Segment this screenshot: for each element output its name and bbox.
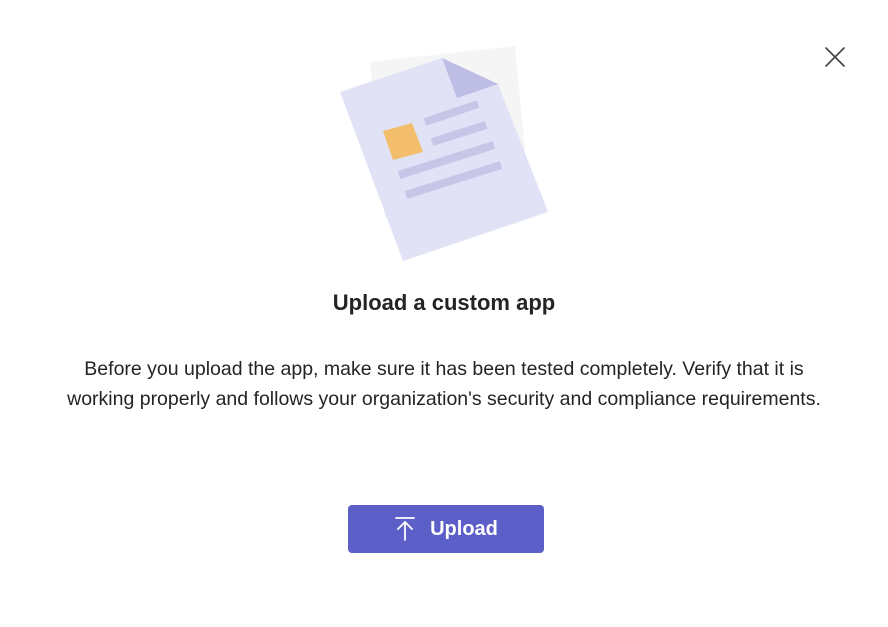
upload-button-label: Upload	[430, 517, 498, 540]
upload-custom-app-dialog: Upload a custom app Before you upload th…	[0, 0, 888, 627]
dialog-description: Before you upload the app, make sure it …	[67, 358, 821, 410]
close-icon	[825, 47, 845, 67]
upload-button[interactable]: Upload	[348, 505, 544, 553]
close-button[interactable]	[818, 40, 852, 74]
arrow-up-to-line-icon	[394, 516, 416, 542]
document-icon	[340, 46, 548, 261]
dialog-title: Upload a custom app	[332, 290, 556, 315]
